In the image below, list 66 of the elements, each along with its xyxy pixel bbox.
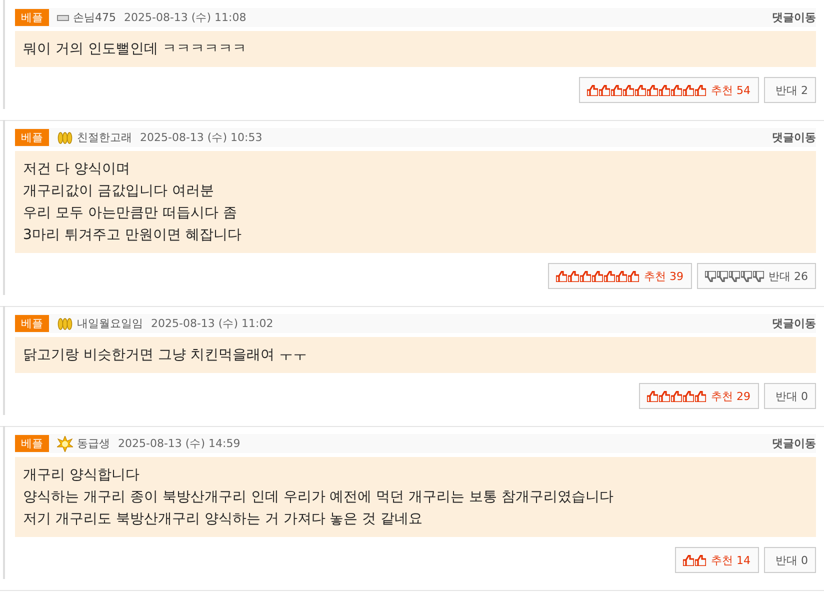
sun-icon [57, 436, 73, 452]
oppose-button[interactable]: 반대 26 [696, 263, 816, 289]
thumbs-up-icon [623, 84, 634, 96]
thumbs-up-icon [592, 270, 603, 282]
thumbs-down-icon [740, 270, 752, 282]
thumbs-up-icon [611, 84, 622, 96]
thumbs-up-icon [616, 270, 627, 282]
comment-text: 저기 개구리도 북방산개구리 양식하는 거 가져다 놓은 것 같네요 [23, 510, 424, 529]
thumbs-up-icon [695, 390, 706, 402]
thumbs-up-icon [628, 270, 639, 282]
wheat-icon [57, 130, 73, 144]
thumbs-up-icon [683, 390, 694, 402]
thumbs-up-icon [671, 84, 682, 96]
best-badge: 베플 [15, 315, 49, 332]
comment-text: 닭고기랑 비슷한거면 그냥 치킨먹을래여 ㅜㅜ [23, 346, 308, 365]
thumbs-up-icon [659, 84, 670, 96]
best-badge: 베플 [15, 129, 49, 146]
jump-link[interactable]: 댓글이동 [772, 316, 816, 331]
author-name[interactable]: 내일월요일임 [77, 316, 143, 331]
recommend-button[interactable]: 추천 14 [675, 547, 758, 573]
oppose-button[interactable]: 반대 2 [764, 77, 816, 103]
comment-text: 개구리 양식합니다 [23, 466, 140, 485]
jump-link[interactable]: 댓글이동 [772, 10, 816, 25]
thumbs-down-icon [728, 270, 740, 282]
best-badge: 베플 [15, 9, 49, 26]
recommend-button[interactable]: 추천 54 [579, 77, 758, 103]
recommend-button[interactable]: 추천 39 [548, 263, 692, 289]
comment-date: 2025-08-13 (수) 14:59 [118, 436, 240, 451]
thumbs-down-icon [716, 270, 728, 282]
comment-date: 2025-08-13 (수) 11:02 [151, 316, 274, 331]
thumbs-up-icon [671, 390, 682, 402]
comment-date: 2025-08-13 (수) 11:08 [124, 10, 246, 25]
thumbs-up-icon [635, 84, 646, 96]
thumbs-down-icon [752, 270, 764, 282]
thumbs-up-icon [683, 84, 694, 96]
comment-text: 양식하는 개구리 종이 북방산개구리 인데 우리가 예전에 먹던 개구리는 보통 참개구리였습니다 [23, 488, 615, 507]
thumbs-up-icon [683, 554, 694, 566]
thumbs-up-icon [695, 554, 706, 566]
comment-text: 뭐이 거의 인도뻘인데 ㅋㅋㅋㅋㅋㅋ [23, 40, 248, 59]
comment-text: 우리 모두 아는만큼만 떠듭시다 좀 [23, 204, 238, 223]
thumbs-up-icon [647, 84, 658, 96]
wheat-icon [57, 316, 73, 330]
oppose-button[interactable]: 반대 0 [764, 383, 816, 409]
best-badge: 베플 [15, 435, 49, 452]
jump-link[interactable]: 댓글이동 [772, 436, 816, 451]
comment-text: 저건 다 양식이며 [23, 160, 131, 179]
thumbs-down-icon [704, 270, 716, 282]
author-name[interactable]: 동급생 [77, 436, 110, 451]
comment-date: 2025-08-13 (수) 10:53 [140, 130, 262, 145]
comment-text: 개구리값이 금값입니다 여러분 [23, 182, 215, 201]
author-name[interactable]: 손님475 [73, 10, 116, 25]
comment-text: 3마리 튀겨주고 만원이면 혜잡니다 [23, 226, 242, 245]
thumbs-up-icon [568, 270, 579, 282]
thumbs-up-icon [647, 390, 658, 402]
thumbs-up-icon [587, 84, 598, 96]
thumbs-up-icon [659, 390, 670, 402]
thumbs-up-icon [599, 84, 610, 96]
thumbs-up-icon [695, 84, 706, 96]
thumbs-up-icon [580, 270, 591, 282]
thumbs-up-icon [556, 270, 567, 282]
level-bar-icon [57, 14, 69, 20]
oppose-button[interactable]: 반대 0 [764, 547, 816, 573]
thumbs-up-icon [604, 270, 615, 282]
author-name[interactable]: 친절한고래 [77, 130, 132, 145]
recommend-button[interactable]: 추천 29 [639, 383, 758, 409]
jump-link[interactable]: 댓글이동 [772, 130, 816, 145]
